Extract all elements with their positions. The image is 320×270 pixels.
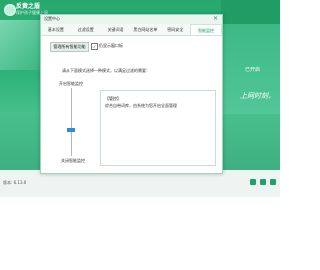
tab-keywords[interactable]: 关键词语 [101,24,131,35]
settings-icon[interactable] [250,179,256,185]
settings-tabs: 基本设置 过滤设置 关键词语 黑白网站名单 密码安全 智能监控 [41,24,222,36]
show-window-label: 仍显示窗口标 [99,43,123,48]
tab-site-lists[interactable]: 黑白网站名单 [130,24,160,35]
dialog-title: 设置中心 [44,16,60,21]
mode-info-text: 综合自带词库，由系统为您开启全面管理 [105,103,177,108]
menu-icon[interactable] [260,179,266,185]
dialog-titlebar: 设置中心 × [41,15,222,24]
slider-top-label: 开启智能监控 [59,81,83,86]
show-window-checkbox[interactable]: ✓ [91,43,98,50]
footer-tools [250,179,276,185]
slogan-text: 上网时刻， [240,92,275,100]
version-label: 版本: 6.13.0 [3,180,27,185]
tab-filter[interactable]: 过滤设置 [71,24,101,35]
manage-smart-features-button[interactable]: 管理所有智能功能 [50,42,89,52]
settings-dialog: 设置中心 × 基本设置 过滤设置 关键词语 黑白网站名单 密码安全 智能监控 管… [40,14,223,174]
shield-logo-icon [4,4,16,16]
app-footer [0,170,280,197]
monitor-level-slider[interactable] [71,88,72,156]
tab-password[interactable]: 密码安全 [160,24,190,35]
mode-info-box: 【管控】 综合自带词库，由系统为您开启全面管理 [100,90,216,166]
slider-handle[interactable] [67,128,75,132]
app-header-right [221,0,280,24]
close-icon[interactable]: × [213,15,218,23]
slider-bottom-label: 关闭智能监控 [61,158,85,163]
blank-area [0,197,280,270]
banner-decoration [0,20,40,70]
app-title: 反黄之盾 [16,3,41,10]
protection-status: 已开启 [245,67,261,73]
tab-smart-monitor[interactable]: 智能监控 [190,24,222,35]
mode-info-title: 【管控】 [105,96,121,101]
tab-basic[interactable]: 基本设置 [41,24,71,35]
minimize-icon[interactable] [270,179,276,185]
mode-description: 请从下面模式选择一种模式，以满足过滤的需要： [62,68,150,73]
